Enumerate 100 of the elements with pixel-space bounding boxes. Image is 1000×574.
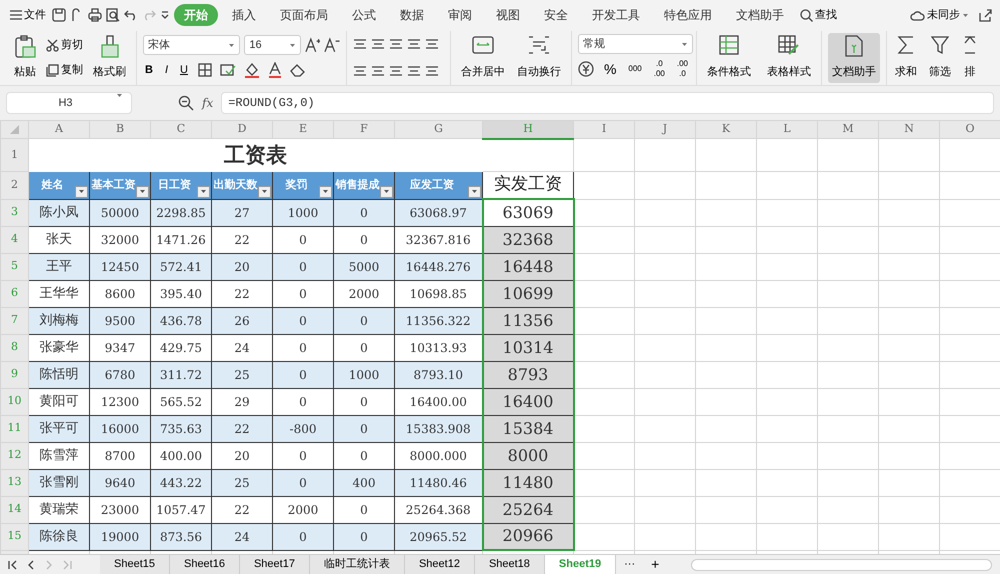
- bold-button[interactable]: B: [143, 61, 155, 80]
- table-cell[interactable]: 29: [212, 388, 272, 415]
- table-cell[interactable]: 22: [212, 280, 272, 307]
- number-format-select[interactable]: 常规: [578, 34, 693, 54]
- table-cell[interactable]: 16400: [482, 388, 574, 415]
- sheet-tab[interactable]: 临时工统计表: [310, 554, 405, 574]
- table-cell[interactable]: 1000: [334, 361, 394, 388]
- table-cell[interactable]: 0: [272, 280, 334, 307]
- table-cell[interactable]: 25264.368: [394, 496, 482, 523]
- sheet-tab[interactable]: Sheet15: [100, 554, 170, 574]
- filter-dropdown[interactable]: [75, 186, 88, 198]
- table-cell[interactable]: 0: [334, 415, 394, 442]
- table-cell[interactable]: 1471.26: [150, 226, 212, 253]
- table-cell[interactable]: 16400.00: [394, 388, 482, 415]
- table-cell[interactable]: 20966: [482, 523, 574, 550]
- remove-decimal-button[interactable]: .00 .0: [674, 59, 690, 80]
- table-cell[interactable]: 0: [272, 334, 334, 361]
- ribbon-tab[interactable]: 审阅: [438, 4, 482, 26]
- font-name-select[interactable]: 宋体: [143, 35, 240, 56]
- ribbon-tab[interactable]: 开发工具: [582, 4, 650, 26]
- italic-button[interactable]: I: [162, 61, 170, 80]
- table-cell[interactable]: 22: [212, 496, 272, 523]
- thousands-button[interactable]: 000: [626, 62, 644, 76]
- table-cell[interactable]: 572.41: [150, 253, 212, 280]
- table-cell[interactable]: 15384: [482, 415, 574, 442]
- table-cell[interactable]: 10313.93: [394, 334, 482, 361]
- table-cell[interactable]: -800: [272, 415, 334, 442]
- table-cell[interactable]: 443.22: [150, 469, 212, 496]
- sheet-tab[interactable]: Sheet17: [240, 554, 310, 574]
- table-cell[interactable]: 0: [272, 388, 334, 415]
- font-size-select[interactable]: 16: [244, 35, 301, 56]
- paste-button[interactable]: 粘贴: [10, 32, 40, 82]
- row-header[interactable]: 2: [0, 171, 28, 199]
- file-menu[interactable]: 文件: [8, 6, 48, 24]
- table-cell[interactable]: 张平可: [28, 415, 90, 442]
- table-cell[interactable]: 9640: [90, 469, 150, 496]
- table-cell[interactable]: 10314: [482, 334, 574, 361]
- sort-button[interactable]: 排: [959, 32, 981, 82]
- table-cell[interactable]: 黄瑞荣: [28, 496, 90, 523]
- ribbon-tab[interactable]: 视图: [486, 4, 530, 26]
- table-cell[interactable]: 张雪刚: [28, 469, 90, 496]
- ribbon-tab[interactable]: 数据: [390, 4, 434, 26]
- column-header[interactable]: I: [574, 120, 634, 138]
- table-cell[interactable]: 8793: [482, 361, 574, 388]
- table-cell[interactable]: 10699: [482, 280, 574, 307]
- column-header[interactable]: J: [634, 120, 696, 138]
- table-cell[interactable]: 19000: [90, 523, 150, 550]
- filter-dropdown[interactable]: [468, 186, 481, 198]
- filter-button[interactable]: 筛选: [925, 32, 955, 82]
- table-cell[interactable]: 16448: [482, 253, 574, 280]
- format-painter-button[interactable]: 格式刷: [89, 32, 130, 82]
- table-cell[interactable]: 20: [212, 442, 272, 469]
- sync-button[interactable]: 未同步: [908, 6, 971, 24]
- table-cell[interactable]: 873.56: [150, 523, 212, 550]
- filter-dropdown[interactable]: [380, 186, 393, 198]
- table-cell[interactable]: 0: [272, 226, 334, 253]
- formula-input[interactable]: =ROUND(G3,0): [221, 92, 994, 114]
- ribbon-tab[interactable]: 公式: [342, 4, 386, 26]
- table-cell[interactable]: 0: [272, 469, 334, 496]
- filter-dropdown[interactable]: [319, 186, 332, 198]
- table-cell[interactable]: 32000: [90, 226, 150, 253]
- row-header[interactable]: 1: [0, 138, 28, 171]
- add-decimal-button[interactable]: .0 .00: [652, 59, 667, 80]
- table-cell[interactable]: 22: [212, 415, 272, 442]
- table-cell[interactable]: 32368: [482, 226, 574, 253]
- filter-dropdown[interactable]: [258, 186, 271, 198]
- add-sheet-button[interactable]: +: [643, 553, 668, 574]
- table-cell[interactable]: 20: [212, 253, 272, 280]
- table-cell[interactable]: 刘梅梅: [28, 307, 90, 334]
- column-header[interactable]: A: [28, 120, 90, 138]
- table-cell[interactable]: 9347: [90, 334, 150, 361]
- table-cell[interactable]: 2000: [334, 280, 394, 307]
- wrap-text-button[interactable]: 自动换行: [513, 32, 565, 82]
- table-cell[interactable]: 6780: [90, 361, 150, 388]
- column-header[interactable]: L: [756, 120, 818, 138]
- table-cell[interactable]: 735.63: [150, 415, 212, 442]
- table-cell[interactable]: 24: [212, 334, 272, 361]
- column-header[interactable]: B: [90, 120, 150, 138]
- table-cell[interactable]: 0: [334, 496, 394, 523]
- table-cell[interactable]: 0: [272, 523, 334, 550]
- table-cell[interactable]: 11480: [482, 469, 574, 496]
- table-cell[interactable]: 王华华: [28, 280, 90, 307]
- table-cell[interactable]: 26: [212, 307, 272, 334]
- table-cell[interactable]: 12450: [90, 253, 150, 280]
- table-cell[interactable]: 11356.322: [394, 307, 482, 334]
- table-cell[interactable]: 张豪华: [28, 334, 90, 361]
- cut-button[interactable]: 剪切: [44, 36, 85, 54]
- table-cell[interactable]: 0: [334, 442, 394, 469]
- percent-button[interactable]: %: [602, 58, 618, 81]
- table-cell[interactable]: 400: [334, 469, 394, 496]
- table-cell[interactable]: 陈恬明: [28, 361, 90, 388]
- table-cell[interactable]: 25264: [482, 496, 574, 523]
- column-header[interactable]: F: [334, 120, 394, 138]
- table-cell[interactable]: 12300: [90, 388, 150, 415]
- table-cell[interactable]: 黄阳可: [28, 388, 90, 415]
- table-cell[interactable]: 5000: [334, 253, 394, 280]
- table-cell[interactable]: 0: [334, 388, 394, 415]
- table-cell[interactable]: 0: [334, 334, 394, 361]
- ribbon-tab[interactable]: 特色应用: [654, 4, 722, 26]
- table-cell[interactable]: 24: [212, 523, 272, 550]
